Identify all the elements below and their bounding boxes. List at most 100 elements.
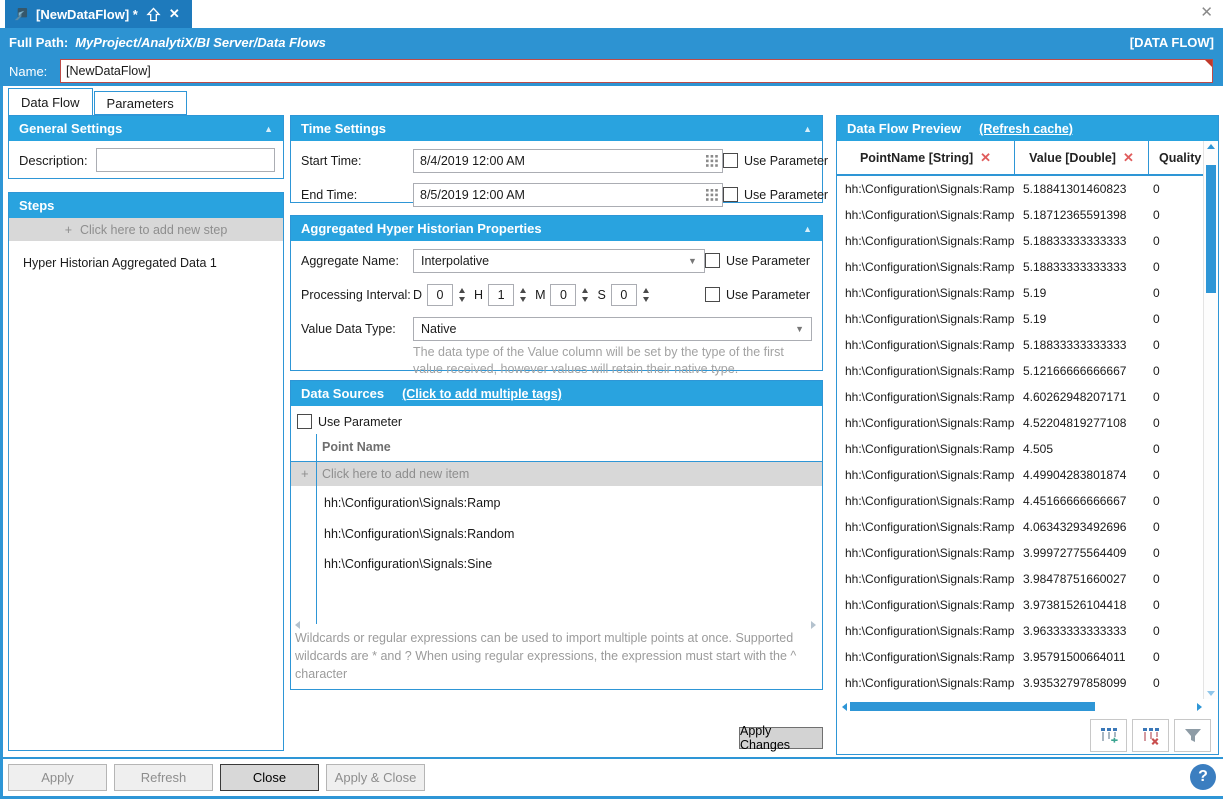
wildcards-note: Wildcards or regular expressions can be … [295, 630, 814, 683]
add-step-row[interactable]: + Click here to add new step [9, 218, 283, 241]
table-row[interactable]: hh:\Configuration\Signals:Ramp4.49904283… [837, 462, 1204, 488]
value-data-type-select[interactable]: Native ▼ [413, 317, 812, 341]
start-time-input[interactable] [413, 149, 723, 173]
column-pointname[interactable]: PointName [String] ✕ [837, 141, 1014, 174]
use-parameter-checkbox[interactable] [705, 253, 720, 268]
interval-seconds-input[interactable] [611, 284, 637, 306]
scrollbar-thumb[interactable] [1206, 165, 1216, 293]
refresh-cache-link[interactable]: (Refresh cache) [979, 122, 1073, 136]
full-path-label: Full Path: [9, 35, 68, 50]
hh-properties-header[interactable]: Aggregated Hyper Historian Properties ▲ [291, 216, 822, 241]
point-name-column-header[interactable]: Point Name [322, 440, 391, 454]
remove-column-icon[interactable]: ✕ [980, 150, 991, 166]
tag-browse-icon[interactable] [706, 189, 718, 204]
table-row[interactable]: hh:\Configuration\Signals:Ramp3.99972775… [837, 540, 1204, 566]
help-icon[interactable]: ? [1190, 764, 1216, 790]
cell-quality: 0 [1153, 410, 1193, 436]
tab-data-flow[interactable]: Data Flow [8, 88, 93, 115]
list-item[interactable]: Hyper Historian Aggregated Data 1 [9, 248, 283, 278]
table-row[interactable]: hh:\Configuration\Signals:Ramp5.18833333… [837, 228, 1204, 254]
spinner-arrows[interactable] [459, 288, 465, 302]
remove-column-button[interactable] [1132, 719, 1169, 752]
add-column-button[interactable] [1090, 719, 1127, 752]
tab-parameters[interactable]: Parameters [94, 91, 187, 115]
refresh-button[interactable]: Refresh [114, 764, 213, 791]
interval-days-input[interactable] [427, 284, 453, 306]
cell-value: 5.18712365591398 [1023, 202, 1147, 228]
table-row[interactable]: hh:\Configuration\Signals:Ramp5.190 [837, 306, 1204, 332]
scroll-right-icon[interactable] [811, 621, 816, 629]
list-item[interactable]: hh:\Configuration\Signals:Random [291, 519, 822, 550]
description-input[interactable] [96, 148, 275, 172]
use-parameter-checkbox[interactable] [723, 187, 738, 202]
validation-corner [1205, 60, 1212, 67]
add-item-row[interactable]: + Click here to add new item [291, 462, 822, 486]
cell-value: 4.06343293492696 [1023, 514, 1147, 540]
table-row[interactable]: hh:\Configuration\Signals:Ramp5.18833333… [837, 332, 1204, 358]
time-settings-header[interactable]: Time Settings ▲ [291, 116, 822, 141]
table-row[interactable]: hh:\Configuration\Signals:Ramp4.52204819… [837, 410, 1204, 436]
general-settings-header[interactable]: General Settings ▲ [9, 116, 283, 141]
tag-browse-icon[interactable] [706, 155, 718, 170]
apply-and-close-button[interactable]: Apply & Close [326, 764, 425, 791]
table-row[interactable]: hh:\Configuration\Signals:Ramp4.45166666… [837, 488, 1204, 514]
spinner-arrows[interactable] [643, 288, 649, 302]
list-item[interactable]: hh:\Configuration\Signals:Ramp [291, 488, 822, 519]
table-row[interactable]: hh:\Configuration\Signals:Ramp3.98478751… [837, 566, 1204, 592]
horizontal-scrollbar[interactable] [837, 701, 1204, 713]
scroll-right-icon[interactable] [1197, 703, 1202, 711]
scroll-up-icon[interactable] [1207, 144, 1215, 149]
collapse-arrow-icon[interactable]: ▲ [803, 224, 812, 234]
table-row[interactable]: hh:\Configuration\Signals:Ramp5.18841301… [837, 176, 1204, 202]
cell-quality: 0 [1153, 462, 1193, 488]
list-item[interactable]: hh:\Configuration\Signals:Sine [291, 549, 822, 580]
spinner-arrows[interactable] [582, 288, 588, 302]
checkin-arrow-icon[interactable] [146, 7, 161, 22]
collapse-arrow-icon[interactable]: ▲ [264, 124, 273, 134]
table-row[interactable]: hh:\Configuration\Signals:Ramp3.97381526… [837, 592, 1204, 618]
column-quality-label: Quality [ [1159, 151, 1209, 165]
tab-close-icon[interactable]: ✕ [169, 6, 180, 22]
table-row[interactable]: hh:\Configuration\Signals:Ramp5.18833333… [837, 254, 1204, 280]
apply-changes-button[interactable]: Apply Changes [739, 727, 823, 749]
table-row[interactable]: hh:\Configuration\Signals:Ramp3.93532797… [837, 670, 1204, 696]
window-close-icon[interactable]: ✕ [1200, 5, 1213, 20]
remove-column-icon[interactable]: ✕ [1123, 150, 1134, 166]
use-parameter-checkbox[interactable] [297, 414, 312, 429]
table-row[interactable]: hh:\Configuration\Signals:Ramp4.5050 [837, 436, 1204, 462]
cell-quality: 0 [1153, 618, 1193, 644]
spinner-arrows[interactable] [520, 288, 526, 302]
table-row[interactable]: hh:\Configuration\Signals:Ramp4.06343293… [837, 514, 1204, 540]
table-row[interactable]: hh:\Configuration\Signals:Ramp5.190 [837, 280, 1204, 306]
scrollbar-thumb[interactable] [850, 702, 1095, 711]
table-row[interactable]: hh:\Configuration\Signals:Ramp5.18712365… [837, 202, 1204, 228]
document-tab[interactable]: [NewDataFlow] * ✕ [5, 0, 192, 28]
cell-value: 4.52204819277108 [1023, 410, 1147, 436]
cell-value: 5.12166666666667 [1023, 358, 1147, 384]
name-input[interactable] [61, 60, 1212, 82]
scroll-left-icon[interactable] [842, 703, 847, 711]
table-row[interactable]: hh:\Configuration\Signals:Ramp3.96333333… [837, 618, 1204, 644]
table-row[interactable]: hh:\Configuration\Signals:Ramp3.95791500… [837, 644, 1204, 670]
interval-minutes-input[interactable] [550, 284, 576, 306]
table-row[interactable]: hh:\Configuration\Signals:Ramp5.12166666… [837, 358, 1204, 384]
use-parameter-checkbox[interactable] [705, 287, 720, 302]
close-button[interactable]: Close [220, 764, 319, 791]
end-time-label: End Time: [301, 188, 413, 202]
interval-hours-input[interactable] [488, 284, 514, 306]
column-value[interactable]: Value [Double] ✕ [1015, 141, 1148, 174]
filter-button[interactable] [1174, 719, 1211, 752]
end-param-group: Use Parameter [723, 187, 828, 202]
end-time-input[interactable] [413, 183, 723, 207]
table-row[interactable]: hh:\Configuration\Signals:Ramp4.60262948… [837, 384, 1204, 410]
document-tab-title: [NewDataFlow] * [36, 7, 138, 22]
cell-value: 5.18833333333333 [1023, 228, 1147, 254]
aggregate-name-select[interactable]: Interpolative ▼ [413, 249, 705, 273]
scroll-left-icon[interactable] [295, 621, 300, 629]
add-multiple-tags-link[interactable]: (Click to add multiple tags) [402, 387, 562, 401]
apply-button[interactable]: Apply [8, 764, 107, 791]
use-parameter-checkbox[interactable] [723, 153, 738, 168]
vertical-scrollbar[interactable] [1203, 141, 1218, 699]
scroll-down-icon[interactable] [1207, 691, 1215, 696]
collapse-arrow-icon[interactable]: ▲ [803, 124, 812, 134]
